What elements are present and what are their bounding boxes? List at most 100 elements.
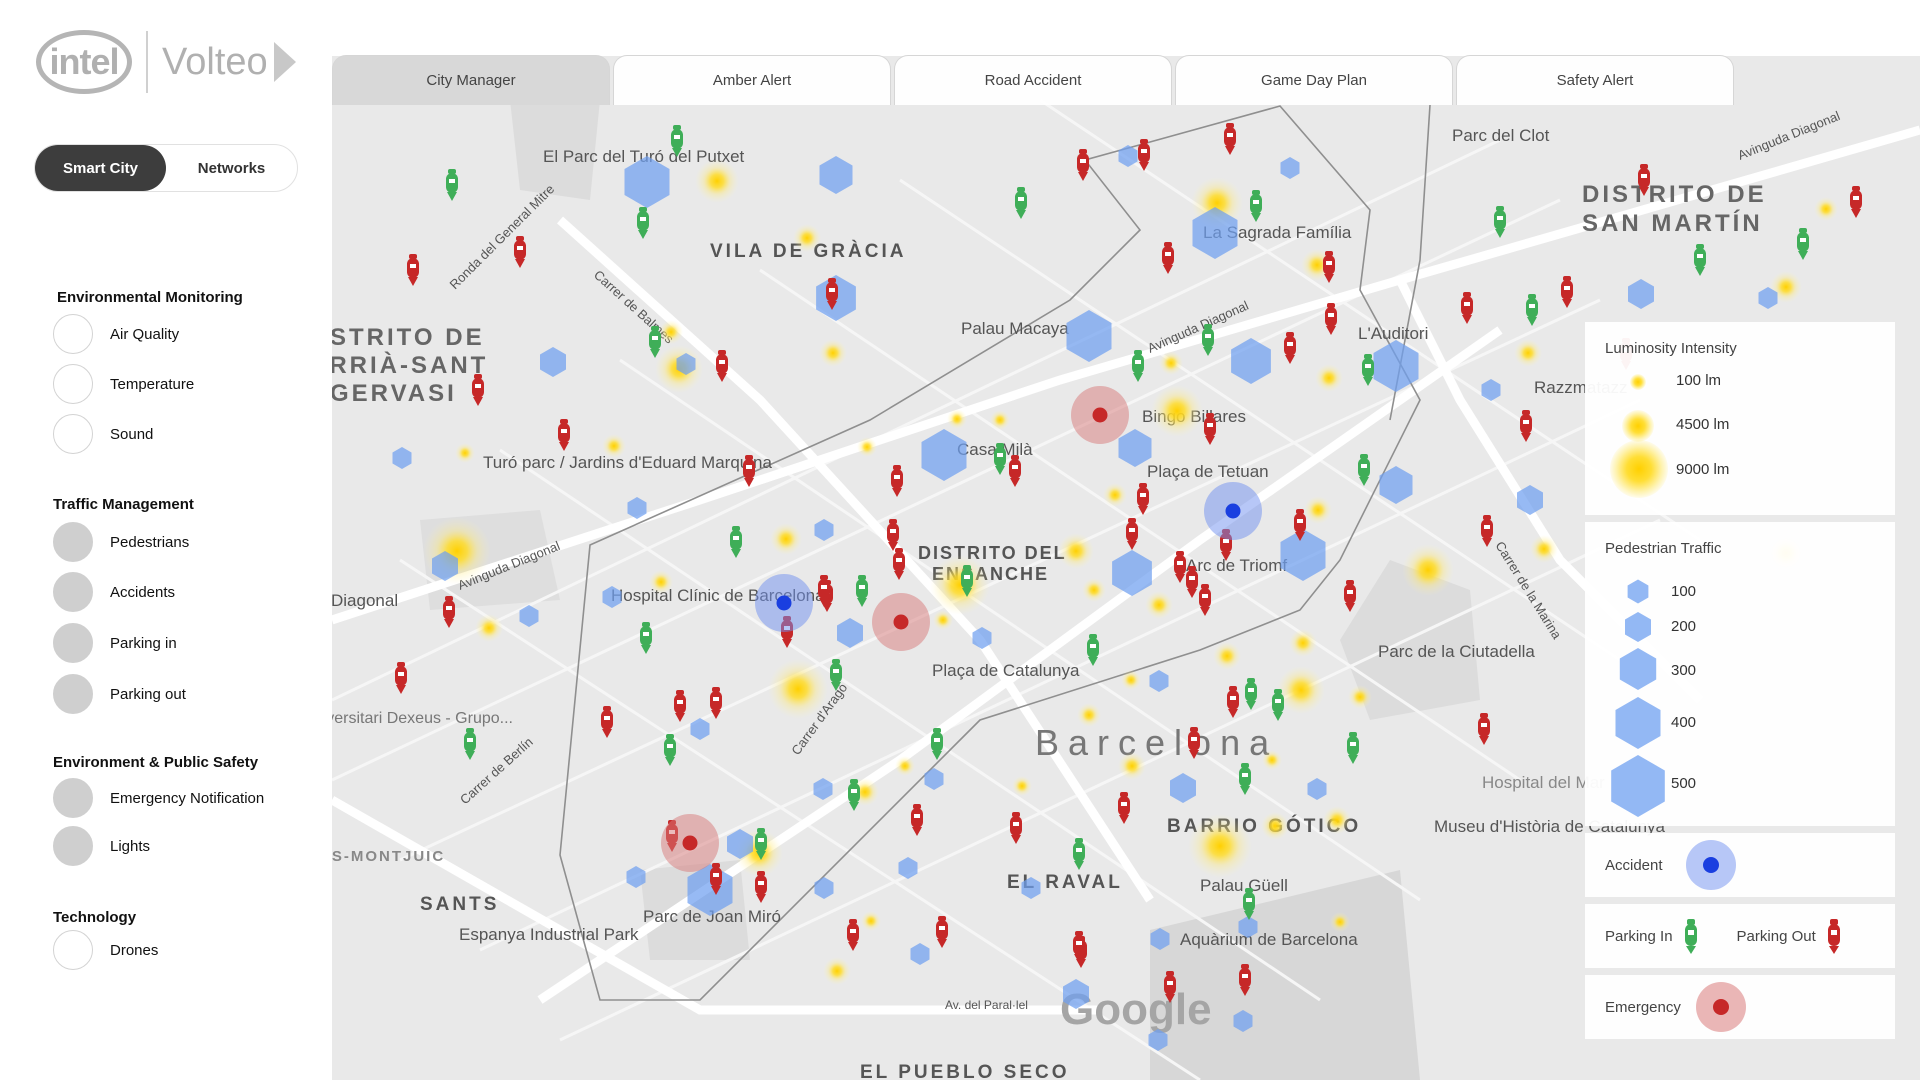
tab-road-accident[interactable]: Road Accident — [894, 55, 1172, 105]
accident-icon — [1685, 840, 1736, 890]
smart-city-button[interactable]: Smart City — [35, 145, 166, 191]
parking-in-tip — [1685, 946, 1696, 954]
toggle-circle[interactable] — [53, 826, 93, 866]
toggle-parking-in[interactable]: Parking in — [53, 623, 177, 663]
toggle-circle[interactable] — [53, 364, 93, 404]
tab-amber-alert[interactable]: Amber Alert — [613, 55, 891, 105]
pin-glyph — [746, 465, 752, 469]
pin-glyph — [1481, 723, 1487, 727]
pin-cap — [1274, 689, 1282, 694]
toggle-label: Sound — [110, 425, 154, 443]
accident-marker[interactable] — [776, 595, 792, 611]
pin-glyph — [640, 217, 646, 221]
pin-glyph — [677, 700, 683, 704]
legend-hex-100 — [1627, 579, 1649, 604]
emergency-dot — [1712, 999, 1729, 1015]
toggle-lights[interactable]: Lights — [53, 826, 150, 866]
pin-glyph — [890, 529, 896, 533]
toggle-air-quality[interactable]: Air Quality — [53, 314, 179, 354]
toggle-drones[interactable]: Drones — [53, 930, 158, 970]
pin-glyph — [1018, 197, 1024, 201]
traffic-management-title: Traffic Management — [53, 496, 194, 513]
pin-glyph — [1464, 302, 1470, 306]
label-sarria-1: DISTRITO DE — [332, 324, 485, 351]
legend-parking-out-label: Parking Out — [1736, 927, 1816, 945]
toggle-circle[interactable] — [53, 314, 93, 354]
legend-pedestrian: Pedestrian Traffic 100 200 300 400 500 — [1585, 522, 1895, 826]
light-glow — [1261, 812, 1289, 840]
pin-glyph — [1328, 313, 1334, 317]
toggle-sound[interactable]: Sound — [53, 414, 153, 454]
pin-glyph — [446, 606, 452, 610]
toggle-circle[interactable] — [53, 572, 93, 612]
light-glow — [895, 756, 915, 776]
light-glow — [933, 610, 953, 630]
pin-cap — [516, 236, 524, 241]
parking-out-icon — [1827, 919, 1840, 954]
toggle-circle[interactable] — [53, 930, 93, 970]
pin-glyph — [1013, 822, 1019, 826]
emergency-marker[interactable] — [682, 835, 698, 851]
pin-glyph — [410, 264, 416, 268]
pin-glyph — [1129, 528, 1135, 532]
pin-cap — [895, 548, 903, 553]
tab-safety-alert[interactable]: Safety Alert — [1456, 55, 1734, 105]
pin-glyph — [1297, 519, 1303, 523]
label-montjuic: SANTS-MONTJUIC — [332, 848, 445, 865]
tab-game-day-plan[interactable]: Game Day Plan — [1175, 55, 1453, 105]
label-placa-tetuan: Plaça de Tetuan — [1147, 462, 1269, 481]
pin-cap — [1226, 123, 1234, 128]
emergency-icon — [1695, 982, 1746, 1032]
toggle-circle[interactable] — [53, 522, 93, 562]
pin-glyph — [643, 632, 649, 636]
pin-glyph — [851, 789, 857, 793]
pin-glyph — [1167, 981, 1173, 985]
light-glow — [1159, 351, 1183, 375]
pin-cap — [1229, 686, 1237, 691]
light-glow — [1315, 364, 1343, 392]
light-glow — [423, 517, 491, 585]
toggle-label: Drones — [110, 941, 159, 959]
light-glow — [1262, 750, 1282, 770]
accident-marker[interactable] — [1225, 503, 1241, 519]
toggle-circle[interactable] — [53, 778, 93, 818]
toggle-temperature[interactable]: Temperature — [53, 364, 194, 404]
pin-cap — [603, 706, 611, 711]
light-glow — [1118, 752, 1146, 780]
toggle-accidents[interactable]: Accidents — [53, 572, 175, 612]
toggle-circle[interactable] — [53, 623, 93, 663]
pin-cap — [1089, 634, 1097, 639]
light-glow — [1348, 685, 1372, 709]
legend-emergency: Emergency — [1585, 975, 1895, 1039]
pin-glyph — [934, 738, 940, 742]
toggle-circle[interactable] — [53, 674, 93, 714]
emergency-marker[interactable] — [893, 614, 909, 630]
sidebar: intel Volteo Smart City Networks Environ… — [0, 0, 332, 1080]
toggle-parking-out[interactable]: Parking out — [53, 674, 186, 714]
light-glow — [1304, 496, 1332, 524]
pin-cap — [1128, 518, 1136, 523]
legend-ped-value: 400 — [1671, 714, 1697, 731]
pin-glyph — [1205, 334, 1211, 338]
pin-glyph — [561, 429, 567, 433]
pin-cap — [933, 728, 941, 733]
pin-cap — [850, 779, 858, 784]
pin-glyph — [713, 697, 719, 701]
pin-glyph — [467, 738, 473, 742]
pin-cap — [889, 519, 897, 524]
pin-cap — [1296, 509, 1304, 514]
pin-cap — [1327, 303, 1335, 308]
tab-city-manager[interactable]: City Manager — [332, 55, 610, 105]
toggle-emergency-notification[interactable]: Emergency Notification — [53, 778, 264, 818]
label-arc-triomf: Arc de Triomf — [1186, 556, 1287, 575]
light-glow — [659, 320, 683, 344]
pin-glyph — [517, 246, 523, 250]
legend-lum-1: 100 lm — [1676, 372, 1721, 389]
emergency-marker[interactable] — [1092, 407, 1108, 423]
pin-glyph — [1165, 252, 1171, 256]
pin-cap — [1176, 551, 1184, 556]
toggle-pedestrians[interactable]: Pedestrians — [53, 522, 189, 562]
toggle-circle[interactable] — [53, 414, 93, 454]
networks-button[interactable]: Networks — [166, 145, 297, 191]
pin-cap — [1640, 164, 1648, 169]
